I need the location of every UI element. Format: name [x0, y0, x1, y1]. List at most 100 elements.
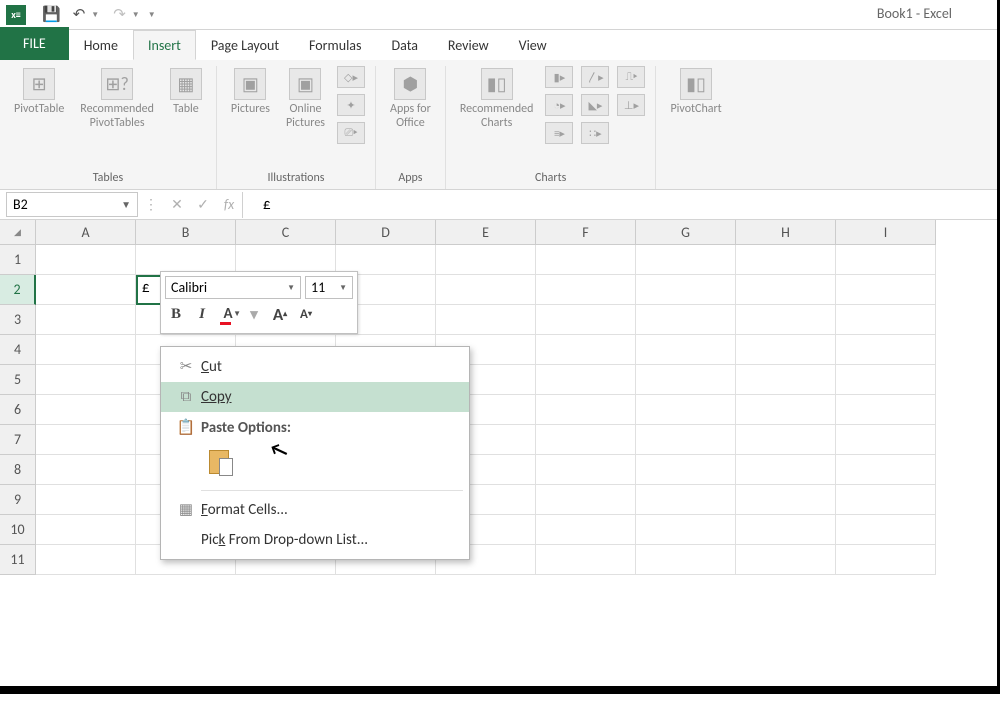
cell[interactable] — [836, 515, 936, 545]
cell[interactable] — [36, 305, 136, 335]
cancel-icon[interactable]: ✕ — [164, 196, 190, 213]
cell[interactable] — [536, 545, 636, 575]
column-header[interactable]: F — [536, 220, 636, 245]
cell[interactable] — [836, 455, 936, 485]
apps-for-office-button[interactable]: ⬢Apps for Office — [386, 66, 435, 132]
column-header[interactable]: D — [336, 220, 436, 245]
stock-chart-icon[interactable]: ⎍▸ — [617, 66, 645, 88]
row-header[interactable]: 10 — [0, 515, 36, 545]
font-color-button[interactable]: A▼ — [217, 303, 239, 325]
bar-chart-icon[interactable]: ≡▸ — [545, 122, 573, 144]
formula-bar-value[interactable]: £ — [253, 196, 281, 214]
cell[interactable] — [36, 365, 136, 395]
cell[interactable] — [836, 545, 936, 575]
cell[interactable] — [36, 515, 136, 545]
tab-view[interactable]: View — [504, 30, 562, 60]
pictures-button[interactable]: ▣Pictures — [227, 66, 274, 118]
cell[interactable] — [836, 245, 936, 275]
tab-formulas[interactable]: Formulas — [294, 30, 376, 60]
context-format-cells[interactable]: ▦ Format Cells... — [161, 494, 469, 525]
cell[interactable] — [436, 245, 536, 275]
cell[interactable] — [36, 335, 136, 365]
cell[interactable] — [736, 395, 836, 425]
cell[interactable] — [636, 275, 736, 305]
cell[interactable] — [36, 245, 136, 275]
shapes-icon[interactable]: ◇▸ — [337, 66, 365, 88]
cell[interactable] — [636, 455, 736, 485]
smartart-icon[interactable]: ✦ — [337, 94, 365, 116]
column-chart-icon[interactable]: ▮▸ — [545, 66, 573, 88]
row-header[interactable]: 2 — [0, 275, 36, 305]
redo-dropdown-icon[interactable]: ▼ — [132, 10, 140, 20]
cell[interactable] — [736, 515, 836, 545]
cell[interactable] — [36, 395, 136, 425]
cell[interactable] — [836, 365, 936, 395]
cell[interactable] — [736, 305, 836, 335]
cell[interactable] — [736, 365, 836, 395]
cell[interactable] — [36, 545, 136, 575]
column-header[interactable]: A — [36, 220, 136, 245]
tab-review[interactable]: Review — [433, 30, 504, 60]
undo-icon[interactable]: ↶ — [73, 5, 86, 24]
cell[interactable] — [436, 305, 536, 335]
cell[interactable] — [36, 275, 136, 305]
context-pick-from-list[interactable]: Pick From Drop-down List... — [161, 525, 469, 555]
cell[interactable] — [536, 395, 636, 425]
pivotchart-button[interactable]: ▮▯PivotChart — [666, 66, 725, 118]
recommended-pivottables-button[interactable]: ⊞?Recommended PivotTables — [76, 66, 158, 132]
cell[interactable] — [536, 275, 636, 305]
italic-button[interactable]: I — [191, 303, 213, 325]
cell[interactable] — [636, 245, 736, 275]
font-size-selector[interactable]: 11▼ — [305, 276, 353, 299]
row-header[interactable]: 11 — [0, 545, 36, 575]
cell[interactable] — [836, 335, 936, 365]
cell[interactable] — [736, 455, 836, 485]
cell[interactable] — [736, 425, 836, 455]
insert-function-icon-small[interactable]: ⋮ — [138, 196, 164, 213]
cell[interactable] — [636, 425, 736, 455]
row-header[interactable]: 9 — [0, 485, 36, 515]
cell[interactable] — [36, 485, 136, 515]
column-header[interactable]: B — [136, 220, 236, 245]
save-icon[interactable]: 💾 — [42, 5, 61, 24]
bold-button[interactable]: B — [165, 303, 187, 325]
column-header[interactable]: E — [436, 220, 536, 245]
cell[interactable] — [536, 515, 636, 545]
recommended-charts-button[interactable]: ▮▯Recommended Charts — [456, 66, 538, 132]
column-header[interactable]: G — [636, 220, 736, 245]
column-header[interactable]: H — [736, 220, 836, 245]
cell[interactable] — [836, 425, 936, 455]
font-selector[interactable]: Calibri▼ — [165, 276, 301, 299]
cell[interactable] — [736, 275, 836, 305]
paste-option-button[interactable] — [205, 447, 235, 477]
grow-font-button[interactable]: A▴ — [269, 303, 291, 325]
cell[interactable] — [636, 365, 736, 395]
tab-home[interactable]: Home — [69, 30, 133, 60]
row-header[interactable]: 3 — [0, 305, 36, 335]
row-header[interactable]: 4 — [0, 335, 36, 365]
namebox-dropdown-icon[interactable]: ▼ — [121, 198, 131, 211]
row-header[interactable]: 5 — [0, 365, 36, 395]
cell[interactable] — [836, 485, 936, 515]
cell[interactable] — [836, 395, 936, 425]
cell[interactable] — [636, 335, 736, 365]
cell[interactable] — [536, 335, 636, 365]
customize-qat-icon[interactable]: ▼ — [148, 10, 156, 20]
tab-insert[interactable]: Insert — [133, 30, 196, 60]
online-pictures-button[interactable]: ▣Online Pictures — [282, 66, 329, 132]
row-header[interactable]: 6 — [0, 395, 36, 425]
name-box[interactable]: B2▼ — [6, 192, 138, 217]
cell[interactable] — [536, 305, 636, 335]
cell[interactable] — [536, 245, 636, 275]
cell[interactable] — [836, 275, 936, 305]
row-header[interactable]: 1 — [0, 245, 36, 275]
cell[interactable] — [636, 395, 736, 425]
select-all-corner[interactable]: ◢ — [0, 220, 36, 245]
cell[interactable] — [536, 365, 636, 395]
tab-file[interactable]: FILE — [0, 27, 69, 60]
shrink-font-button[interactable]: A▾ — [295, 303, 317, 325]
line-chart-icon[interactable]: 〳▸ — [581, 66, 609, 88]
cell[interactable] — [636, 515, 736, 545]
cell[interactable] — [736, 485, 836, 515]
cell[interactable] — [836, 305, 936, 335]
